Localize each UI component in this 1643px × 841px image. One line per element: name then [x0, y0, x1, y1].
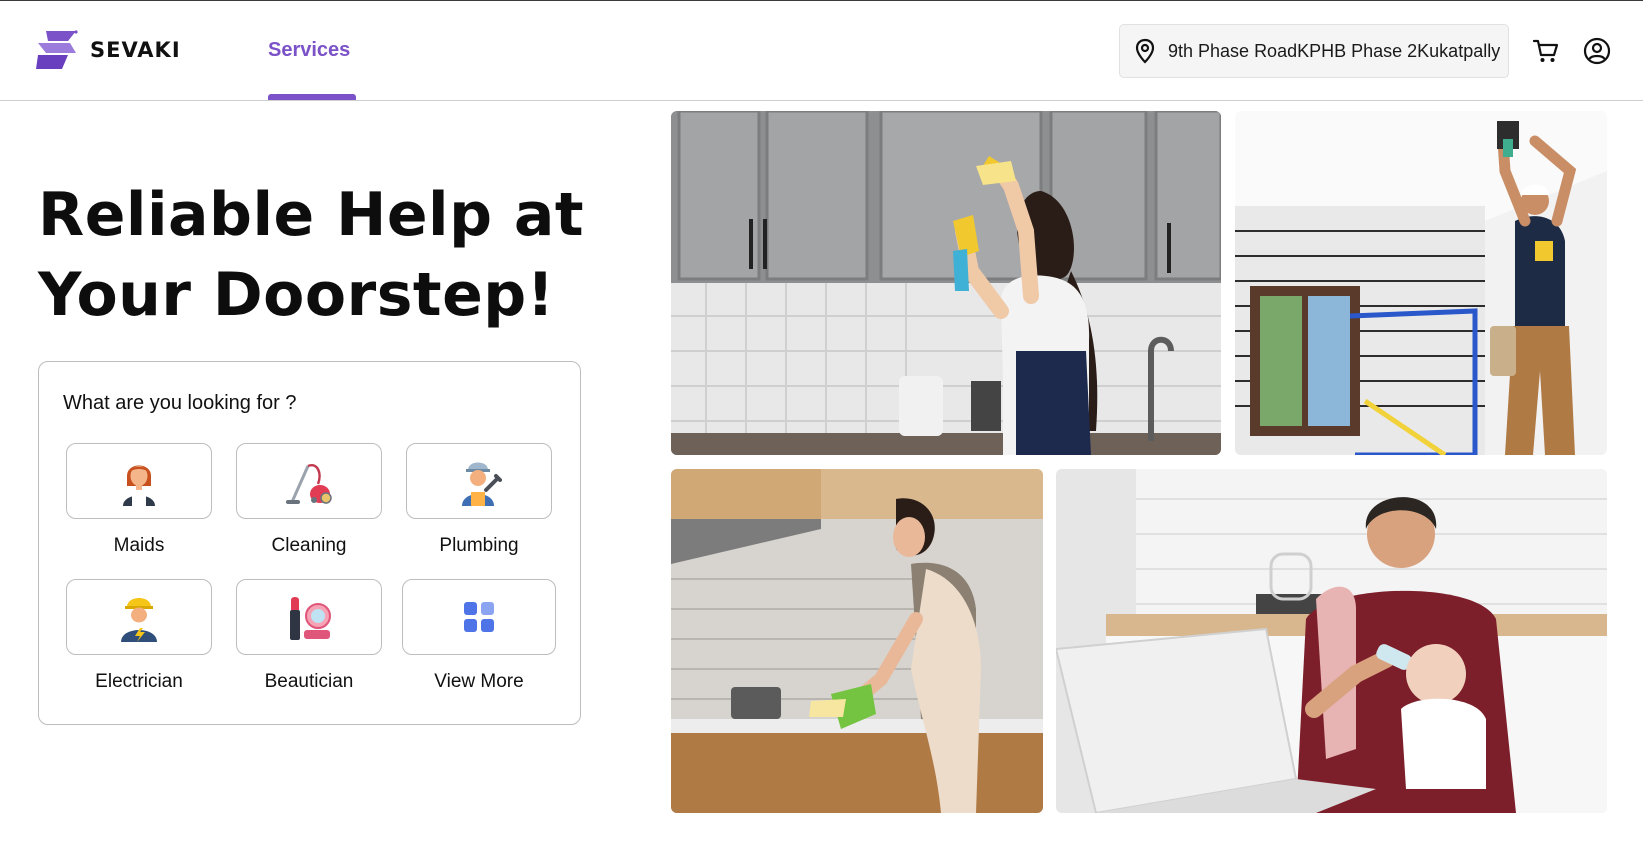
service-view-more[interactable]: View More	[399, 579, 559, 693]
service-beautician-button[interactable]	[236, 579, 382, 655]
maid-icon	[123, 465, 155, 506]
service-beautician-label: Beautician	[264, 671, 354, 692]
service-beautician[interactable]: Beautician	[229, 579, 389, 693]
card-title: What are you looking for ?	[63, 392, 297, 414]
service-plumbing[interactable]: Plumbing	[399, 443, 559, 557]
hero-title-line-2: Your Doorstep!	[38, 260, 555, 330]
service-view-more-label: View More	[434, 671, 524, 692]
service-cleaning-label: Cleaning	[271, 535, 347, 556]
makeup-icon	[290, 597, 331, 640]
service-maids[interactable]: Maids	[59, 443, 219, 557]
hero-photo-babycare	[1056, 469, 1607, 813]
service-plumbing-label: Plumbing	[439, 535, 519, 556]
user-circle-icon[interactable]	[1583, 37, 1611, 65]
nav-services[interactable]: Services	[268, 39, 350, 62]
vacuum-cleaner-icon	[286, 463, 332, 504]
brand-logo[interactable]: SEVAKI	[36, 29, 181, 71]
hero-title-line-1: Reliable Help at	[38, 180, 585, 250]
hero-title: Reliable Help at Your Doorstep!	[38, 175, 598, 335]
view-more-button[interactable]	[402, 579, 556, 655]
grid-icon	[464, 602, 494, 632]
plumber-icon	[462, 462, 502, 506]
hero-photo-repair	[1235, 111, 1607, 455]
sevaki-logo-icon	[36, 30, 78, 69]
brand-name: SEVAKI	[90, 38, 181, 62]
electrician-icon	[121, 598, 157, 642]
service-cleaning-button[interactable]	[236, 443, 382, 519]
cart-icon[interactable]	[1532, 37, 1560, 65]
service-electrician[interactable]: Electrician	[59, 579, 219, 693]
map-pin-icon	[1135, 38, 1155, 64]
top-navbar: SEVAKI Services 9th Phase RoadKPHB Phase…	[0, 1, 1643, 101]
service-cleaning[interactable]: Cleaning	[229, 443, 389, 557]
service-electrician-label: Electrician	[95, 671, 183, 692]
service-maids-button[interactable]	[66, 443, 212, 519]
hero-photo-housekeeping	[671, 469, 1043, 813]
service-plumbing-button[interactable]	[406, 443, 552, 519]
service-electrician-button[interactable]	[66, 579, 212, 655]
service-maids-label: Maids	[113, 535, 165, 556]
service-search-card: What are you looking for ? Maids Cleanin…	[38, 361, 581, 725]
location-text: 9th Phase RoadKPHB Phase 2Kukatpally	[1168, 40, 1501, 61]
hero-photo-cleaning	[671, 111, 1221, 455]
location-selector[interactable]: 9th Phase RoadKPHB Phase 2Kukatpally	[1119, 24, 1509, 78]
nav-active-indicator	[268, 94, 356, 100]
